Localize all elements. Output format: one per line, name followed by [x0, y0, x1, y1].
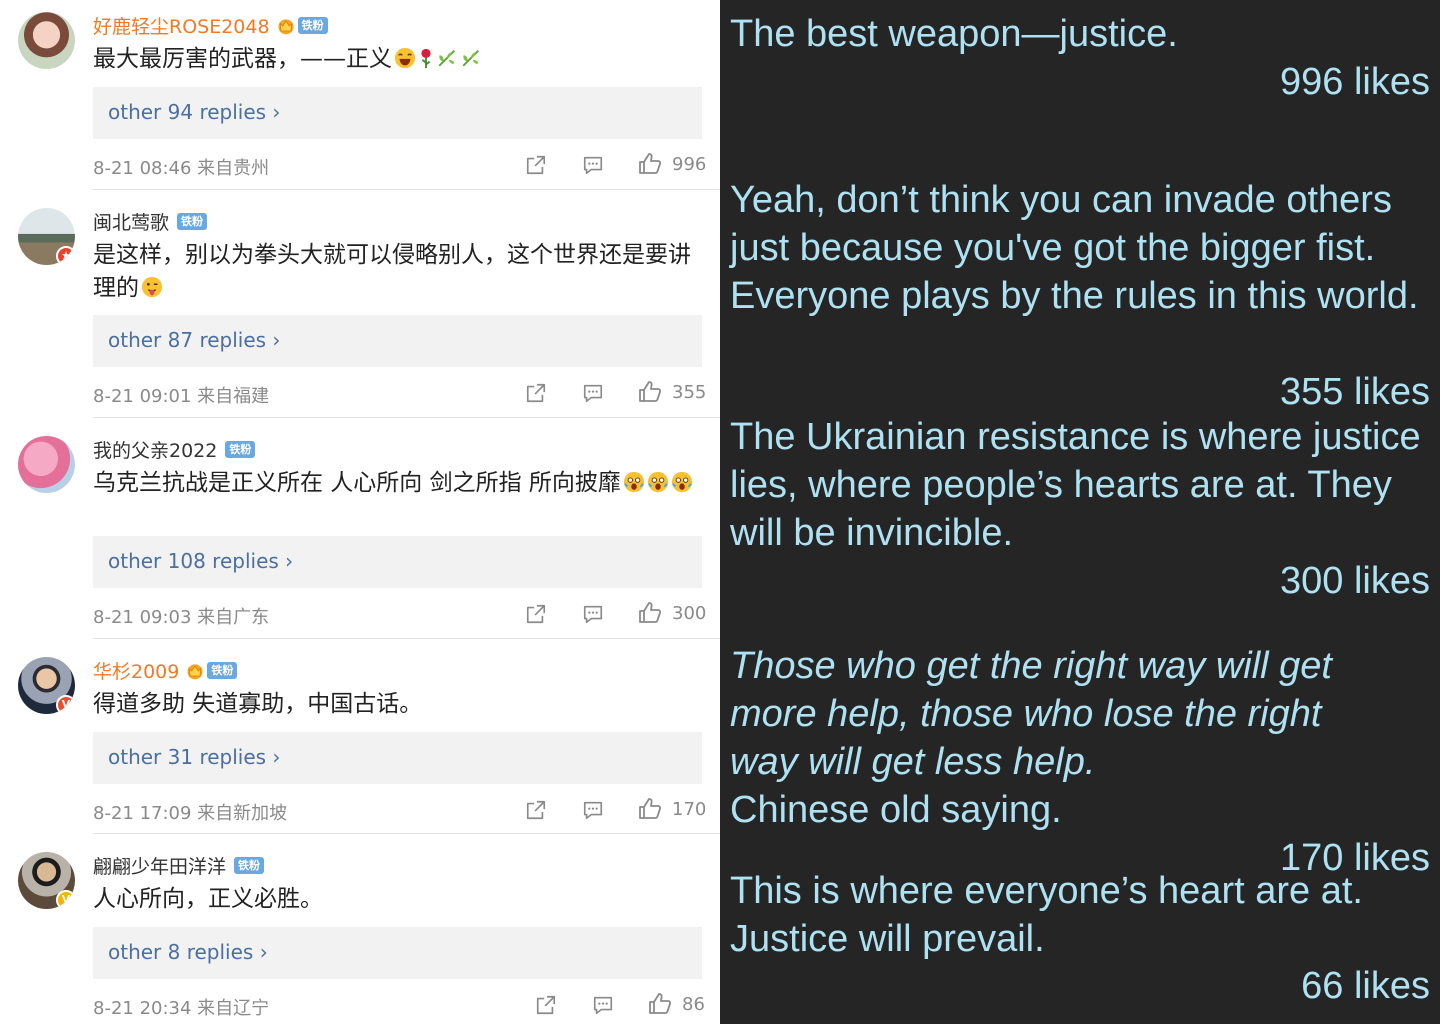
username-text[interactable]: 闽北莺歌: [93, 208, 169, 235]
like-count: 996: [672, 154, 707, 175]
laughing-emoji-icon: [394, 47, 416, 69]
share-icon[interactable]: [535, 994, 557, 1016]
fan-badge: 铁粉: [297, 17, 328, 34]
crown-icon: [185, 661, 205, 681]
replies-text[interactable]: other 31 replies ›: [108, 745, 280, 769]
like-count: 170: [672, 799, 707, 820]
avatar[interactable]: V: [18, 852, 75, 909]
comment-item: 好鹿轻尘ROSE2048 铁粉 最大最厉害的武器，——正义 other 94 r…: [0, 0, 720, 190]
translation-text: Yeah, don’t think you can invade others …: [730, 179, 1419, 317]
share-icon[interactable]: [525, 799, 547, 821]
fan-badge: 铁粉: [225, 441, 256, 458]
username[interactable]: 华杉2009 铁粉: [93, 657, 238, 684]
comment-icon[interactable]: [582, 382, 604, 404]
comment-text-content: 最大最厉害的武器，——正义: [93, 46, 392, 72]
username-text[interactable]: 翩翩少年田洋洋: [93, 852, 226, 879]
fan-badge: 铁粉: [207, 662, 238, 679]
comment-text: 是这样，别以为拳头大就可以侵略别人，这个世界还是要讲理的: [93, 239, 698, 305]
replies-link[interactable]: other 8 replies ›: [93, 927, 702, 979]
leaf-icon: [436, 47, 458, 69]
replies-link[interactable]: other 31 replies ›: [93, 732, 702, 784]
timestamp-location: 8-21 09:03 来自广东: [93, 607, 270, 628]
verified-badge-icon: ★: [56, 246, 75, 265]
crown-icon: [276, 16, 296, 36]
translation-text: The Ukrainian resistance is where justic…: [730, 416, 1421, 554]
replies-text[interactable]: other 94 replies ›: [108, 100, 280, 124]
username-text[interactable]: 我的父亲2022: [93, 436, 217, 463]
replies-text[interactable]: other 108 replies ›: [108, 549, 293, 573]
translation-text: Chinese old saying.: [730, 789, 1062, 831]
tongue-emoji-icon: [141, 276, 163, 298]
translation-likes: 300 likes: [1280, 560, 1430, 602]
like-count: 300: [672, 603, 707, 624]
comment-text: 最大最厉害的武器，——正义: [93, 43, 698, 76]
username[interactable]: 翩翩少年田洋洋 铁粉: [93, 852, 265, 879]
share-icon[interactable]: [525, 382, 547, 404]
shocked-emoji-icon: [671, 471, 693, 493]
comment-text: 得道多助 失道寡助，中国古话。: [93, 688, 698, 721]
username[interactable]: 我的父亲2022 铁粉: [93, 436, 256, 463]
like-icon[interactable]: [638, 152, 662, 176]
avatar[interactable]: [18, 436, 75, 493]
replies-link[interactable]: other 94 replies ›: [93, 87, 702, 139]
comment-icon[interactable]: [592, 994, 614, 1016]
translation-likes: 66 likes: [1301, 965, 1430, 1007]
verified-badge-icon: V: [56, 695, 75, 714]
like-icon[interactable]: [648, 992, 672, 1016]
replies-link[interactable]: other 108 replies ›: [93, 536, 702, 588]
leaf-icon: [460, 47, 482, 69]
username-text[interactable]: 好鹿轻尘ROSE2048: [93, 12, 270, 39]
translation-quote: Those who get the right way will get mor…: [730, 645, 1332, 783]
username-text[interactable]: 华杉2009: [93, 657, 179, 684]
fan-badge: 铁粉: [177, 213, 208, 230]
username[interactable]: 好鹿轻尘ROSE2048 铁粉: [93, 12, 328, 39]
rose-icon: [418, 47, 434, 69]
comment-text-content: 人心所向，正义必胜。: [93, 886, 323, 912]
shocked-emoji-icon: [647, 471, 669, 493]
timestamp-location: 8-21 08:46 来自贵州: [93, 158, 270, 179]
comment-text: 乌克兰抗战是正义所在 人心所向 剑之所指 所向披靡: [93, 467, 698, 500]
comment-text-content: 是这样，别以为拳头大就可以侵略别人，这个世界还是要讲理的: [93, 242, 691, 301]
shocked-emoji-icon: [623, 471, 645, 493]
share-icon[interactable]: [525, 154, 547, 176]
translation-text: This is where everyone’s heart are at. J…: [730, 870, 1363, 960]
timestamp-location: 8-21 09:01 来自福建: [93, 386, 270, 407]
comment-icon[interactable]: [582, 603, 604, 625]
comment-text: 人心所向，正义必胜。: [93, 883, 698, 916]
verified-badge-icon: V: [56, 890, 75, 909]
like-count: 355: [672, 382, 707, 403]
like-icon[interactable]: [638, 380, 662, 404]
avatar[interactable]: [18, 12, 75, 69]
comment-icon[interactable]: [582, 154, 604, 176]
translation-likes: 996 likes: [1280, 61, 1430, 103]
replies-text[interactable]: other 8 replies ›: [108, 940, 268, 964]
like-icon[interactable]: [638, 797, 662, 821]
username[interactable]: 闽北莺歌 铁粉: [93, 208, 208, 235]
comment-item: V 翩翩少年田洋洋 铁粉 人心所向，正义必胜。 other 8 replies …: [0, 834, 720, 1024]
replies-link[interactable]: other 87 replies ›: [93, 315, 702, 367]
comment-text-content: 得道多助 失道寡助，中国古话。: [93, 691, 423, 717]
translation-likes: 355 likes: [1280, 371, 1430, 413]
replies-text[interactable]: other 87 replies ›: [108, 328, 280, 352]
comment-item: ★ 闽北莺歌 铁粉 是这样，别以为拳头大就可以侵略别人，这个世界还是要讲理的 o…: [0, 190, 720, 418]
share-icon[interactable]: [525, 603, 547, 625]
timestamp-location: 8-21 17:09 来自新加坡: [93, 803, 288, 824]
fan-badge: 铁粉: [234, 857, 265, 874]
comments-panel: 好鹿轻尘ROSE2048 铁粉 最大最厉害的武器，——正义 other 94 r…: [0, 0, 720, 1024]
comment-icon[interactable]: [582, 799, 604, 821]
timestamp-location: 8-21 20:34 来自辽宁: [93, 998, 270, 1019]
comment-item: 我的父亲2022 铁粉 乌克兰抗战是正义所在 人心所向 剑之所指 所向披靡 ot…: [0, 418, 720, 639]
like-icon[interactable]: [638, 601, 662, 625]
like-count: 86: [682, 994, 705, 1015]
avatar[interactable]: ★: [18, 208, 75, 265]
comment-text-content: 乌克兰抗战是正义所在 人心所向 剑之所指 所向披靡: [93, 470, 621, 496]
comment-item: V 华杉2009 铁粉 得道多助 失道寡助，中国古话。 other 31 rep…: [0, 639, 720, 834]
avatar[interactable]: V: [18, 657, 75, 714]
translation-text: The best weapon—justice.: [730, 13, 1178, 55]
